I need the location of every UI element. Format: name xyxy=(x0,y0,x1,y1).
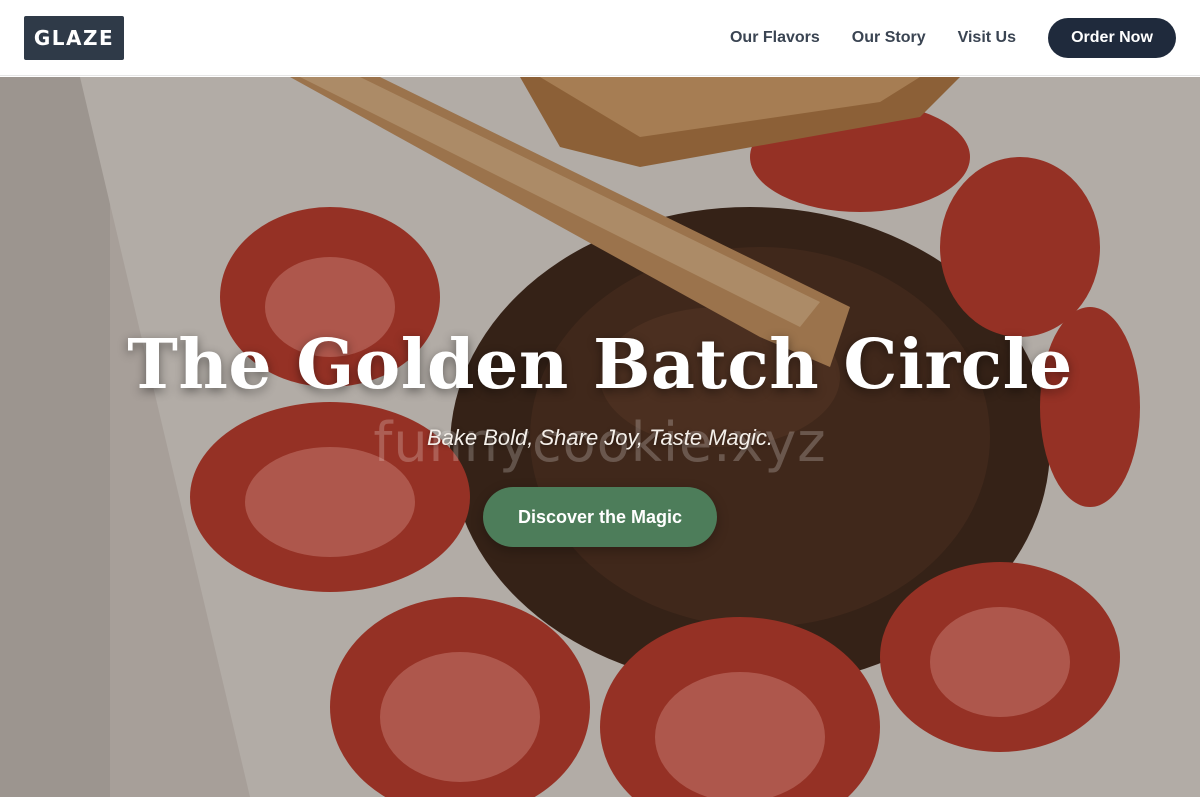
site-header: GLAZE Our Flavors Our Story Visit Us Ord… xyxy=(0,0,1200,76)
discover-the-magic-button[interactable]: Discover the Magic xyxy=(483,487,717,547)
main-nav: Our Flavors Our Story Visit Us Order Now xyxy=(698,17,1176,58)
nav-link-visit-us[interactable]: Visit Us xyxy=(958,29,1016,47)
hero-title: The Golden Batch Circle xyxy=(127,325,1073,405)
hero-section: The Golden Batch Circle funnycookie.xyz … xyxy=(0,77,1200,797)
order-now-button[interactable]: Order Now xyxy=(1048,17,1176,58)
nav-link-our-flavors[interactable]: Our Flavors xyxy=(730,29,820,47)
nav-link-our-story[interactable]: Our Story xyxy=(852,29,926,47)
hero-subtitle: Bake Bold, Share Joy, Taste Magic. xyxy=(426,425,774,450)
logo[interactable]: GLAZE xyxy=(24,15,124,60)
